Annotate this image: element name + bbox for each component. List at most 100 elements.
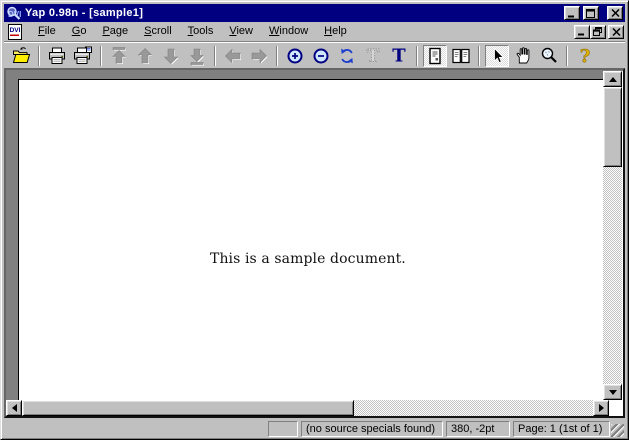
single-page-view-button[interactable] (423, 45, 447, 67)
mdi-close-button[interactable] (608, 25, 624, 39)
vertical-scrollbar[interactable] (603, 71, 622, 400)
toolbar: T T (4, 41, 625, 68)
scroll-down-button[interactable] (603, 384, 622, 400)
help-button[interactable]: ? (573, 45, 597, 67)
menu-scroll[interactable]: Scroll (136, 23, 180, 41)
menu-window[interactable]: Window (261, 23, 316, 41)
maximize-button[interactable] (583, 6, 599, 20)
status-cursor-position: 380, -2pt (446, 421, 510, 437)
next-page-button[interactable] (159, 45, 183, 67)
vertical-scroll-thumb[interactable] (603, 87, 622, 167)
zoom-out-button[interactable] (309, 45, 333, 67)
menu-help[interactable]: Help (316, 23, 355, 41)
dvi-page[interactable]: This is a sample document. (18, 79, 603, 400)
menu-view[interactable]: View (221, 23, 261, 41)
last-page-arrow-icon (187, 46, 207, 66)
toolbar-separator (276, 46, 278, 66)
toolbar-separator (38, 46, 40, 66)
toolbar-separator (214, 46, 216, 66)
double-page-icon (451, 46, 471, 66)
right-triangle-icon (599, 404, 604, 412)
scrollbar-corner (609, 400, 625, 416)
statusbar: (no source specials found) 380, -2pt Pag… (4, 418, 625, 438)
down-arrow-icon (161, 46, 181, 66)
svg-text:?: ? (580, 46, 591, 66)
up-triangle-icon (609, 77, 617, 82)
menu-tools[interactable]: Tools (180, 23, 222, 41)
refresh-button[interactable] (335, 45, 359, 67)
printer-pages-icon (73, 46, 93, 66)
mdi-minimize-button[interactable] (574, 25, 590, 39)
open-file-button[interactable] (9, 45, 33, 67)
menu-file[interactable]: File (30, 23, 64, 41)
app-magnifier-dvi-icon: DVI (6, 6, 22, 21)
solid-t-icon: T (389, 46, 409, 66)
scrollbar-margin (622, 71, 625, 400)
double-page-view-button[interactable] (449, 45, 473, 67)
greek-text-button[interactable]: T (361, 45, 385, 67)
left-triangle-icon (12, 404, 17, 412)
minimize-icon (577, 27, 587, 36)
svg-text:DVI: DVI (10, 27, 21, 34)
print-range-button[interactable] (71, 45, 95, 67)
scroll-up-button[interactable] (603, 71, 622, 87)
down-triangle-icon (609, 390, 617, 395)
svg-text:T: T (392, 46, 406, 66)
minimize-button[interactable] (564, 6, 580, 20)
folder-open-icon (11, 46, 31, 66)
close-button[interactable] (607, 6, 623, 20)
mdi-window-controls (574, 25, 624, 39)
toolbar-separator (416, 46, 418, 66)
left-arrow-icon (223, 46, 243, 66)
toolbar-separator (100, 46, 102, 66)
document-text: This is a sample document. (210, 251, 406, 267)
question-mark-icon: ? (575, 46, 595, 66)
scroll-left-button[interactable] (6, 400, 22, 416)
titlebar[interactable]: DVI Yap 0.98n - [sample1] (4, 4, 625, 22)
menu-go[interactable]: Go (64, 23, 95, 41)
hand-icon (513, 46, 533, 66)
horizontal-scrollbar[interactable] (6, 400, 609, 416)
document-viewport: This is a sample document. (4, 68, 625, 418)
select-tool-button[interactable] (485, 45, 509, 67)
horizontal-scroll-thumb[interactable] (22, 400, 354, 416)
mdi-restore-button[interactable] (590, 25, 606, 39)
minimize-icon (567, 9, 577, 18)
outline-t-icon: T (363, 46, 383, 66)
render-text-button[interactable]: T (387, 45, 411, 67)
forward-button[interactable] (247, 45, 271, 67)
svg-text:T: T (367, 46, 380, 66)
toolbar-separator (566, 46, 568, 66)
resize-grip[interactable] (611, 424, 624, 437)
single-page-icon (425, 46, 445, 66)
menubar: DVI File Go Page Scroll Tools View Windo… (4, 22, 625, 41)
menu-page[interactable]: Page (94, 23, 136, 41)
status-source-specials: (no source specials found) (301, 421, 443, 437)
first-page-button[interactable] (107, 45, 131, 67)
up-arrow-icon (135, 46, 155, 66)
restore-icon (593, 27, 603, 36)
status-page-indicator: Page: 1 (1st of 1) (513, 421, 610, 437)
scroll-right-button[interactable] (593, 400, 609, 416)
previous-page-button[interactable] (133, 45, 157, 67)
zoom-in-icon (285, 46, 305, 66)
print-button[interactable] (45, 45, 69, 67)
zoom-in-button[interactable] (283, 45, 307, 67)
close-icon (612, 28, 621, 36)
back-button[interactable] (221, 45, 245, 67)
dvi-document-icon[interactable]: DVI (7, 24, 24, 40)
last-page-button[interactable] (185, 45, 209, 67)
refresh-icon (337, 46, 357, 66)
yap-main-window: DVI Yap 0.98n - [sample1] DVI File Go (0, 0, 629, 440)
close-icon (611, 9, 620, 17)
right-arrow-icon (249, 46, 269, 66)
magnifier-icon (539, 46, 559, 66)
hand-tool-button[interactable] (511, 45, 535, 67)
cursor-arrow-icon (487, 46, 507, 66)
magnifier-tool-button[interactable] (537, 45, 561, 67)
first-page-arrow-icon (109, 46, 129, 66)
zoom-out-icon (311, 46, 331, 66)
toolbar-separator (478, 46, 480, 66)
window-title: Yap 0.98n - [sample1] (25, 4, 561, 22)
status-main-pane (5, 421, 265, 437)
